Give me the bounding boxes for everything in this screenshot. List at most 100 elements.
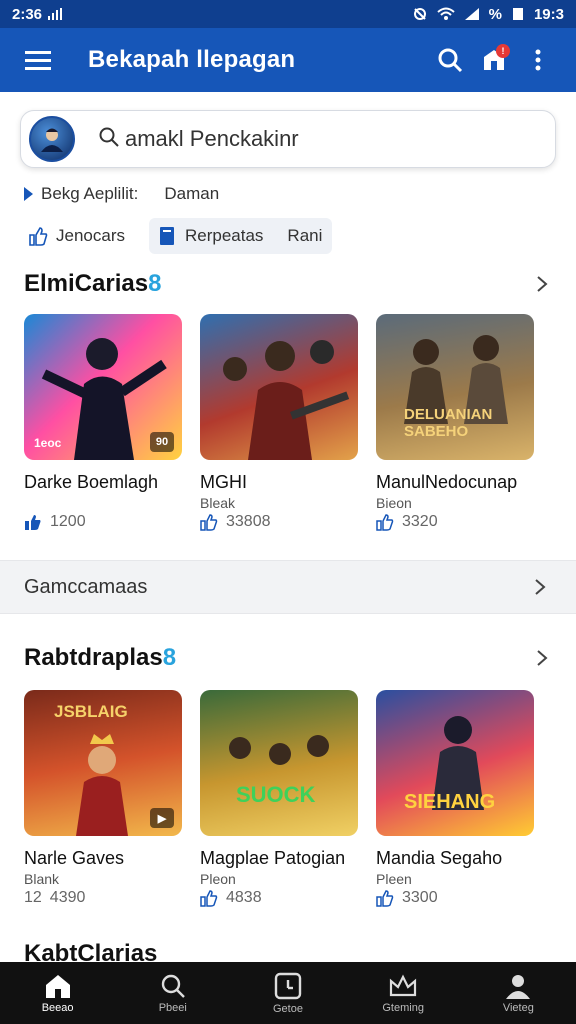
thumb-tag: SIEHANG — [404, 791, 496, 813]
nav-label: Getoe — [272, 1002, 303, 1015]
app-name: Narle Gaves — [24, 848, 125, 868]
section-header-peek[interactable]: KabtClarias — [24, 940, 554, 962]
thumb-corner-badge: 90 — [150, 432, 174, 452]
wifi-icon — [436, 7, 455, 20]
section-header[interactable]: Rabtdraplas8 — [24, 644, 554, 672]
nav-label: Pbeei — [158, 1001, 187, 1014]
app-title: Bekapah llepagan — [88, 46, 296, 73]
nav-home[interactable]: Beeao — [8, 973, 108, 1014]
app-thumbnail[interactable]: DELUANIAN SABEHO — [376, 314, 534, 460]
crown-icon — [390, 974, 417, 996]
app-count: 33808 — [226, 513, 271, 530]
thumb-up-icon — [200, 514, 218, 531]
battery-icon — [512, 8, 523, 20]
status-bar: 2:36 % 19:3 — [0, 0, 576, 28]
app-name: MGHI — [200, 472, 247, 492]
app-row: JSBLAIG ▶ Narle Gaves Blank 12 4390 SUOC… — [24, 690, 534, 907]
section-title: KabtClarias — [24, 940, 158, 962]
app-card[interactable]: 1eoc 90 Darke Boemlagh 1200 — [24, 314, 182, 531]
app-thumbnail[interactable] — [200, 314, 358, 460]
play-arrow-icon — [24, 187, 33, 201]
band-title: Gamccamaas — [24, 575, 148, 598]
thumb-up-icon — [376, 514, 394, 531]
app-name: Darke Boemlagh — [24, 472, 159, 492]
notifications-button[interactable]: ! — [472, 38, 516, 82]
app-card[interactable]: SIEHANG Mandia Segaho Pleen 3300 — [376, 690, 534, 907]
search-icon — [161, 974, 185, 998]
app-row: 1eoc 90 Darke Boemlagh 1200 MGHI Bleak 3… — [24, 314, 534, 531]
nav-profile[interactable]: Vieteg — [468, 973, 568, 1014]
thumb-tag: JSBLAIG — [54, 702, 128, 721]
chevron-right-icon[interactable] — [530, 272, 554, 296]
section-title: ElmiCarias8 — [24, 270, 162, 297]
app-subtitle: Bieon — [376, 495, 412, 511]
app-thumbnail[interactable]: 1eoc 90 — [24, 314, 182, 460]
more-options-icon[interactable] — [516, 38, 560, 82]
cell-icon — [464, 8, 479, 20]
chip-jenocars[interactable]: Jenocars — [24, 218, 129, 254]
app-count: 1200 — [50, 513, 86, 530]
app-subtitle: Blank — [24, 871, 60, 887]
app-meta: 12 4390 — [24, 889, 182, 907]
notification-badge: ! — [496, 44, 510, 58]
app-count: 4838 — [226, 889, 262, 906]
chip-rerpeatas[interactable]: Rerpeatas Rani — [148, 218, 333, 254]
app-subtitle: Pleen — [376, 871, 412, 887]
nav-label: Gteming — [382, 1001, 424, 1014]
chevron-right-icon[interactable] — [530, 646, 554, 670]
app-meta: 4838 — [200, 889, 358, 907]
mute-icon — [413, 8, 426, 20]
app-thumbnail[interactable]: SIEHANG — [376, 690, 534, 836]
chip-label: Rerpeatas — [184, 226, 264, 245]
app-thumbnail[interactable]: SUOCK — [200, 690, 358, 836]
thumb-tag: 1eoc — [34, 436, 62, 450]
status-battery: 19:3 — [533, 5, 564, 23]
breadcrumb-second[interactable]: Daman — [164, 184, 219, 204]
thumb-up-icon — [376, 890, 394, 907]
thumb-corner-badge: ▶ — [150, 808, 174, 828]
nav-gaming[interactable]: Gteming — [353, 973, 453, 1014]
bottom-navigation: Beeao Pbeei Getoe Gteming Vieteg — [0, 962, 576, 1024]
search-icon[interactable] — [428, 38, 472, 82]
status-right: % 19:3 — [413, 6, 564, 23]
thumb-up-icon — [29, 227, 48, 246]
menu-icon[interactable] — [16, 38, 60, 82]
character-art — [223, 340, 350, 460]
app-name: ManulNedocunap — [376, 472, 518, 492]
nav-search[interactable]: Pbeei — [123, 973, 223, 1014]
avatar[interactable] — [29, 116, 75, 162]
section-title: Rabtdraplas8 — [24, 644, 177, 671]
search-input[interactable]: amakl Penckakinr — [125, 126, 299, 152]
app-count: 4390 — [49, 889, 86, 906]
app-bar: Bekapah llepagan ! — [0, 28, 576, 92]
app-count: 3300 — [402, 889, 438, 906]
app-card[interactable]: JSBLAIG ▶ Narle Gaves Blank 12 4390 — [24, 690, 182, 907]
chip-label: Jenocars — [56, 226, 125, 245]
nav-label: Beeao — [41, 1001, 74, 1014]
app-name: Magplae Patogian — [200, 848, 346, 868]
app-card[interactable]: DELUANIAN SABEHO ManulNedocunap Bieon 33… — [376, 314, 534, 531]
app-meta: 3300 — [376, 889, 534, 907]
app-name: Mandia Segaho — [376, 848, 503, 868]
thumb-tag: DELUANIAN SABEHO — [404, 406, 493, 440]
search-bar[interactable]: amakl Penckakinr — [20, 110, 556, 168]
section-header[interactable]: ElmiCarias8 — [24, 270, 554, 298]
filter-chips: Jenocars Rerpeatas Rani — [24, 218, 333, 254]
app-meta: 3320 — [376, 513, 534, 531]
character-art — [229, 735, 329, 765]
app-count-prefix: 12 — [24, 889, 42, 906]
breadcrumb: Bekg Aeplilit: Daman — [24, 184, 219, 204]
app-card[interactable]: SUOCK Magplae Patogian Pleon 4838 — [200, 690, 358, 907]
app-thumbnail[interactable]: JSBLAIG ▶ — [24, 690, 182, 836]
library-icon — [274, 972, 302, 999]
home-icon — [45, 974, 70, 998]
breadcrumb-first[interactable]: Bekg Aeplilit: — [41, 184, 138, 204]
nav-library[interactable]: Getoe — [238, 972, 338, 1015]
app-count: 3320 — [402, 513, 438, 530]
category-band[interactable]: Gamccamaas — [0, 560, 576, 614]
chip-label-secondary: Rani — [287, 226, 323, 245]
chevron-right-icon[interactable] — [528, 575, 552, 599]
app-card[interactable]: MGHI Bleak 33808 — [200, 314, 358, 531]
thumb-up-icon — [25, 515, 41, 530]
app-subtitle: Pleon — [200, 871, 236, 887]
